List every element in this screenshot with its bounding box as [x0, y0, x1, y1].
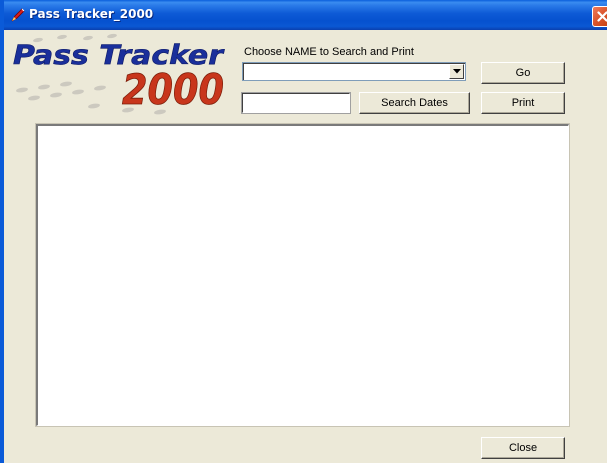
pen-icon[interactable] — [10, 7, 26, 23]
window-title: Pass Tracker_2000 — [29, 7, 154, 21]
search-dates-button[interactable]: Search Dates — [359, 92, 470, 114]
choose-name-label: Choose NAME to Search and Print — [244, 46, 414, 58]
results-list[interactable] — [36, 124, 569, 426]
chevron-down-icon — [453, 69, 461, 74]
pass-tracker-logo: Pass Tracker 2000 — [13, 33, 225, 115]
window-close-button[interactable] — [592, 6, 607, 27]
logo-year-text: 2000 — [122, 65, 224, 114]
title-bar[interactable]: Pass Tracker_2000 — [4, 0, 607, 30]
name-dropdown[interactable] — [242, 62, 466, 81]
close-icon — [597, 11, 607, 22]
go-button[interactable]: Go — [481, 62, 565, 84]
search-date-input[interactable] — [242, 93, 350, 113]
close-button[interactable]: Close — [481, 437, 565, 459]
app-window: Pass Tracker_2000 Pass Tracker 2000 Choo… — [0, 0, 607, 463]
dropdown-arrow-button[interactable] — [449, 64, 464, 79]
print-button[interactable]: Print — [481, 92, 565, 114]
